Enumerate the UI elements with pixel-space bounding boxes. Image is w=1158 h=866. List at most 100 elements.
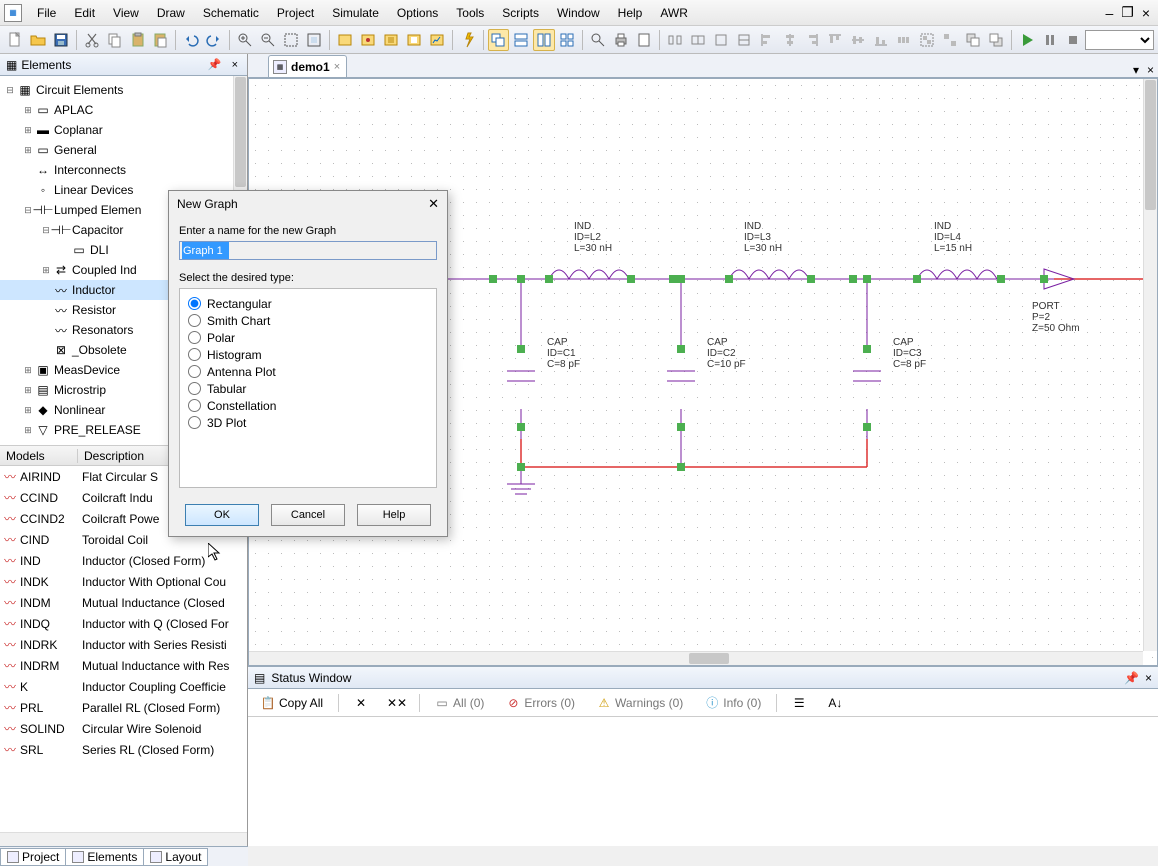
- model-row[interactable]: 〰INDInductor (Closed Form): [0, 550, 247, 571]
- zoom-fit-button[interactable]: [303, 29, 325, 51]
- new-system-button[interactable]: [357, 29, 379, 51]
- tree-item[interactable]: ⊞▭General: [0, 140, 247, 160]
- bottom-tab-project[interactable]: Project: [0, 848, 66, 866]
- tree-item[interactable]: ⊞▬Coplanar: [0, 120, 247, 140]
- help-button[interactable]: Help: [357, 504, 431, 526]
- bottom-tab-layout[interactable]: Layout: [143, 848, 208, 866]
- menu-help[interactable]: Help: [609, 2, 652, 24]
- models-hscrollbar[interactable]: [0, 832, 247, 846]
- new-graph-button[interactable]: [426, 29, 448, 51]
- doc-tab-close-icon[interactable]: ×: [334, 61, 340, 73]
- graph-type-radio[interactable]: [188, 382, 201, 395]
- arrange-icons-button[interactable]: [556, 29, 578, 51]
- align-right-button[interactable]: [802, 29, 824, 51]
- tool-pointer-button[interactable]: [587, 29, 609, 51]
- menu-simulate[interactable]: Simulate: [323, 2, 388, 24]
- print-preview-button[interactable]: [633, 29, 655, 51]
- model-row[interactable]: 〰INDRMMutual Inductance with Res: [0, 655, 247, 676]
- align-center-v-button[interactable]: [847, 29, 869, 51]
- clear-all-button[interactable]: ✕✕: [383, 692, 411, 714]
- tree-expander-icon[interactable]: ⊞: [22, 105, 34, 116]
- tree-expander-icon[interactable]: ⊞: [22, 365, 34, 376]
- menu-view[interactable]: View: [104, 2, 148, 24]
- run-simulate-button[interactable]: [457, 29, 479, 51]
- tile-horizontal-button[interactable]: [510, 29, 532, 51]
- layout-tool-4[interactable]: [733, 29, 755, 51]
- canvas-vscrollbar[interactable]: [1143, 79, 1157, 651]
- pause-button[interactable]: [1039, 29, 1061, 51]
- menu-options[interactable]: Options: [388, 2, 447, 24]
- panel-pin-icon[interactable]: 📌: [205, 58, 225, 71]
- doc-tabs-close-icon[interactable]: ×: [1143, 63, 1158, 77]
- script-combo[interactable]: [1085, 30, 1155, 50]
- status-window-close-icon[interactable]: ×: [1145, 671, 1152, 685]
- graph-type-radio[interactable]: [188, 365, 201, 378]
- tree-expander-icon[interactable]: ⊟: [4, 85, 16, 96]
- model-row[interactable]: 〰SRLSeries RL (Closed Form): [0, 739, 247, 760]
- undo-button[interactable]: [180, 29, 202, 51]
- list-view-button[interactable]: ☰: [785, 692, 813, 714]
- distribute-button[interactable]: [893, 29, 915, 51]
- menu-draw[interactable]: Draw: [148, 2, 194, 24]
- menu-file[interactable]: File: [28, 2, 65, 24]
- print-button[interactable]: [610, 29, 632, 51]
- ok-button[interactable]: OK: [185, 504, 259, 526]
- window-close-button[interactable]: ×: [1138, 5, 1154, 21]
- stop-button[interactable]: [1062, 29, 1084, 51]
- tree-expander-icon[interactable]: ⊞: [22, 125, 34, 136]
- doc-tabs-dropdown-icon[interactable]: ▾: [1129, 63, 1143, 77]
- tree-item[interactable]: ⊟▦Circuit Elements: [0, 80, 247, 100]
- cut-button[interactable]: [81, 29, 103, 51]
- graph-type-option[interactable]: Rectangular: [188, 295, 428, 312]
- menu-window[interactable]: Window: [548, 2, 609, 24]
- layout-tool-1[interactable]: [664, 29, 686, 51]
- menu-scripts[interactable]: Scripts: [493, 2, 548, 24]
- new-schematic-button[interactable]: [334, 29, 356, 51]
- paste-special-button[interactable]: [150, 29, 172, 51]
- tree-expander-icon[interactable]: ⊞: [22, 405, 34, 416]
- bottom-tab-elements[interactable]: Elements: [65, 848, 144, 866]
- save-button[interactable]: [50, 29, 72, 51]
- window-restore-button[interactable]: ❐: [1117, 4, 1138, 21]
- tile-vertical-button[interactable]: [533, 29, 555, 51]
- model-row[interactable]: 〰INDMMutual Inductance (Closed: [0, 592, 247, 613]
- status-window-pin-icon[interactable]: 📌: [1124, 671, 1139, 685]
- zoom-out-button[interactable]: [257, 29, 279, 51]
- graph-type-option[interactable]: Antenna Plot: [188, 363, 428, 380]
- graph-type-radio[interactable]: [188, 331, 201, 344]
- send-back-button[interactable]: [985, 29, 1007, 51]
- canvas-hscrollbar[interactable]: [249, 651, 1143, 665]
- graph-type-option[interactable]: Histogram: [188, 346, 428, 363]
- filter-warnings-button[interactable]: ⚠Warnings (0): [590, 692, 690, 714]
- graph-type-option[interactable]: Smith Chart: [188, 312, 428, 329]
- cancel-button[interactable]: Cancel: [271, 504, 345, 526]
- clear-button[interactable]: ✕: [347, 692, 375, 714]
- redo-button[interactable]: [203, 29, 225, 51]
- menu-edit[interactable]: Edit: [65, 2, 104, 24]
- graph-type-radio[interactable]: [188, 348, 201, 361]
- model-row[interactable]: 〰INDQInductor with Q (Closed For: [0, 613, 247, 634]
- panel-close-icon[interactable]: ×: [229, 59, 241, 71]
- align-center-h-button[interactable]: [779, 29, 801, 51]
- cascade-windows-button[interactable]: [488, 29, 510, 51]
- graph-name-input[interactable]: [179, 241, 437, 260]
- menu-awr[interactable]: AWR: [651, 2, 697, 24]
- new-file-button[interactable]: [4, 29, 26, 51]
- zoom-in-button[interactable]: [234, 29, 256, 51]
- layout-tool-2[interactable]: [687, 29, 709, 51]
- menu-project[interactable]: Project: [268, 2, 323, 24]
- graph-type-radio[interactable]: [188, 399, 201, 412]
- model-row[interactable]: 〰INDRKInductor with Series Resisti: [0, 634, 247, 655]
- tree-expander-icon[interactable]: ⊞: [22, 425, 34, 436]
- copy-button[interactable]: [104, 29, 126, 51]
- model-row[interactable]: 〰INDKInductor With Optional Cou: [0, 571, 247, 592]
- copy-all-button[interactable]: 📋 Copy All: [254, 692, 330, 714]
- model-row[interactable]: 〰PRLParallel RL (Closed Form): [0, 697, 247, 718]
- dialog-close-icon[interactable]: ✕: [428, 196, 439, 212]
- sort-button[interactable]: A↓: [821, 692, 849, 714]
- paste-button[interactable]: [127, 29, 149, 51]
- new-emstructure-button[interactable]: [380, 29, 402, 51]
- align-bottom-button[interactable]: [870, 29, 892, 51]
- graph-type-radio[interactable]: [188, 297, 201, 310]
- bring-front-button[interactable]: [962, 29, 984, 51]
